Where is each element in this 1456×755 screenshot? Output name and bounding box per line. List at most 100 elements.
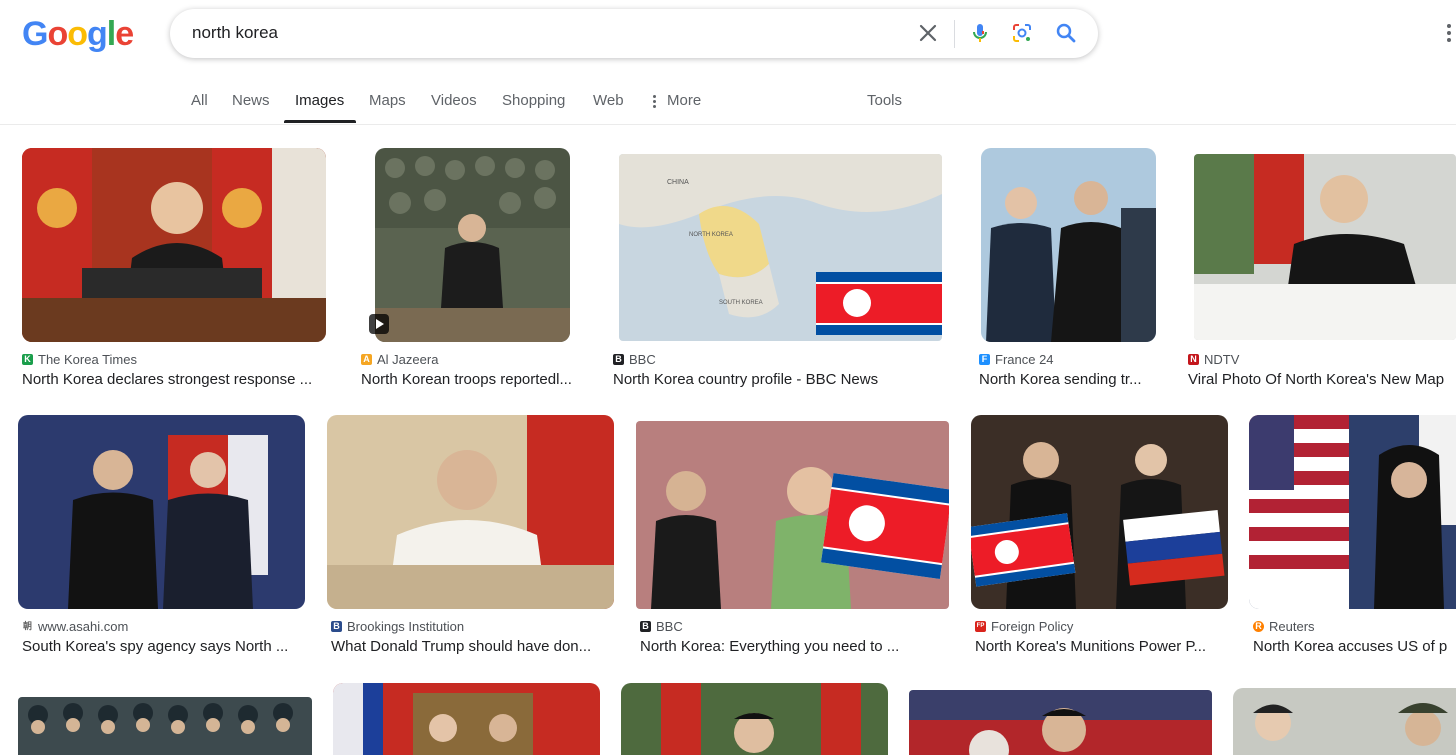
search-divider xyxy=(954,20,955,48)
tab-images[interactable]: Images xyxy=(295,92,344,109)
image-result[interactable]: K The Korea Times North Korea declares s… xyxy=(22,148,327,393)
search-icon[interactable] xyxy=(1054,21,1078,45)
source-name: Al Jazeera xyxy=(377,352,439,367)
source-name: BBC xyxy=(629,352,656,367)
google-logo[interactable]: Google xyxy=(22,15,134,53)
image-result[interactable] xyxy=(621,683,888,755)
result-title[interactable]: What Donald Trump should have don... xyxy=(331,638,611,655)
result-thumbnail[interactable] xyxy=(1249,415,1456,609)
source-name: NDTV xyxy=(1204,352,1240,367)
source-name: Reuters xyxy=(1269,619,1315,634)
logo-letter: e xyxy=(115,15,134,53)
image-result[interactable]: B Brookings Institution What Donald Trum… xyxy=(327,415,615,660)
result-thumbnail[interactable] xyxy=(636,421,949,609)
result-thumbnail[interactable] xyxy=(621,683,888,755)
tab-videos[interactable]: Videos xyxy=(431,92,477,109)
result-source: A Al Jazeera xyxy=(361,352,438,367)
source-name: BBC xyxy=(656,619,683,634)
image-result[interactable]: R Reuters North Korea accuses US of p xyxy=(1249,415,1456,660)
result-title[interactable]: North Korea: Everything you need to ... xyxy=(640,638,940,655)
result-thumbnail[interactable] xyxy=(333,683,600,755)
result-thumbnail[interactable] xyxy=(1233,688,1456,755)
logo-letter: o xyxy=(47,15,68,53)
source-favicon: 朝 xyxy=(22,621,33,632)
result-source: R Reuters xyxy=(1253,619,1315,634)
source-favicon: F xyxy=(979,354,990,365)
result-title[interactable]: North Korea country profile - BBC News xyxy=(613,371,953,388)
tab-more-label: More xyxy=(667,92,702,109)
result-source: 朝 www.asahi.com xyxy=(22,619,128,634)
search-tabs: All News Images Maps Videos Shopping Web… xyxy=(0,80,1456,125)
result-thumbnail[interactable] xyxy=(981,148,1156,342)
result-thumbnail[interactable] xyxy=(375,148,570,342)
tools-button[interactable]: Tools xyxy=(867,92,902,109)
image-result[interactable]: A Al Jazeera North Korean troops reporte… xyxy=(361,148,587,393)
result-thumbnail[interactable]: CHINA NORTH KOREA SOUTH KOREA xyxy=(619,154,942,341)
play-icon xyxy=(369,314,389,334)
result-title[interactable]: North Korea accuses US of p xyxy=(1253,638,1456,655)
result-thumbnail[interactable] xyxy=(1194,154,1456,340)
image-result[interactable] xyxy=(333,683,600,755)
image-result[interactable]: F France 24 North Korea sending tr... xyxy=(979,148,1157,393)
image-result[interactable]: N NDTV Viral Photo Of North Korea's New … xyxy=(1188,148,1456,393)
more-vert-icon[interactable] xyxy=(1447,24,1453,46)
result-thumbnail[interactable] xyxy=(909,690,1212,755)
logo-letter: o xyxy=(67,15,88,53)
image-result[interactable] xyxy=(1233,688,1456,755)
tab-all[interactable]: All xyxy=(191,92,208,109)
tab-news[interactable]: News xyxy=(232,92,270,109)
result-thumbnail[interactable] xyxy=(22,148,326,342)
result-title[interactable]: South Korea's spy agency says North ... xyxy=(22,638,306,655)
source-favicon: FP xyxy=(975,621,986,632)
result-source: B BBC xyxy=(640,619,683,634)
microphone-icon[interactable] xyxy=(968,21,992,45)
result-source: K The Korea Times xyxy=(22,352,137,367)
source-favicon: N xyxy=(1188,354,1199,365)
result-title[interactable]: North Korea's Munitions Power P... xyxy=(975,638,1223,655)
tab-maps[interactable]: Maps xyxy=(369,92,406,109)
source-favicon: B xyxy=(640,621,651,632)
tab-more[interactable]: More xyxy=(653,92,701,109)
result-source: F France 24 xyxy=(979,352,1054,367)
image-result[interactable]: FP Foreign Policy North Korea's Munition… xyxy=(971,415,1229,660)
source-favicon: K xyxy=(22,354,33,365)
result-source: B BBC xyxy=(613,352,656,367)
source-name: Foreign Policy xyxy=(991,619,1074,634)
source-favicon: R xyxy=(1253,621,1264,632)
logo-letter: g xyxy=(87,15,108,53)
result-source: N NDTV xyxy=(1188,352,1239,367)
result-title[interactable]: Viral Photo Of North Korea's New Map xyxy=(1188,371,1456,388)
source-favicon: A xyxy=(361,354,372,365)
lens-camera-icon[interactable] xyxy=(1010,21,1034,45)
logo-letter: l xyxy=(106,15,117,53)
source-name: France 24 xyxy=(995,352,1054,367)
result-source: B Brookings Institution xyxy=(331,619,464,634)
source-name: Brookings Institution xyxy=(347,619,465,634)
clear-icon[interactable] xyxy=(916,21,940,45)
image-result[interactable]: 朝 www.asahi.com South Korea's spy agency… xyxy=(18,415,306,660)
result-thumbnail[interactable] xyxy=(971,415,1228,609)
image-result[interactable] xyxy=(909,690,1212,755)
search-input[interactable]: north korea xyxy=(192,23,278,43)
result-title[interactable]: North Korea sending tr... xyxy=(979,371,1157,388)
image-result[interactable]: B BBC North Korea: Everything you need t… xyxy=(636,415,950,660)
result-thumbnail[interactable] xyxy=(18,697,312,755)
result-thumbnail[interactable] xyxy=(327,415,614,609)
result-thumbnail[interactable] xyxy=(18,415,305,609)
result-title[interactable]: North Korean troops reportedl... xyxy=(361,371,587,388)
search-box[interactable]: north korea xyxy=(170,9,1098,58)
svg-text:NORTH KOREA: NORTH KOREA xyxy=(689,232,733,238)
logo-letter: G xyxy=(22,15,48,53)
tab-shopping[interactable]: Shopping xyxy=(502,92,565,109)
image-result[interactable]: CHINA NORTH KOREA SOUTH KOREA B BBC Nort… xyxy=(613,148,953,393)
tab-web[interactable]: Web xyxy=(593,92,624,109)
result-source: FP Foreign Policy xyxy=(975,619,1073,634)
source-favicon: B xyxy=(613,354,624,365)
active-tab-indicator xyxy=(284,120,356,123)
source-name: The Korea Times xyxy=(38,352,137,367)
source-name: www.asahi.com xyxy=(38,619,129,634)
result-title[interactable]: North Korea declares strongest response … xyxy=(22,371,327,388)
svg-text:CHINA: CHINA xyxy=(667,179,689,186)
image-result[interactable] xyxy=(18,685,312,755)
svg-text:SOUTH KOREA: SOUTH KOREA xyxy=(719,300,763,306)
